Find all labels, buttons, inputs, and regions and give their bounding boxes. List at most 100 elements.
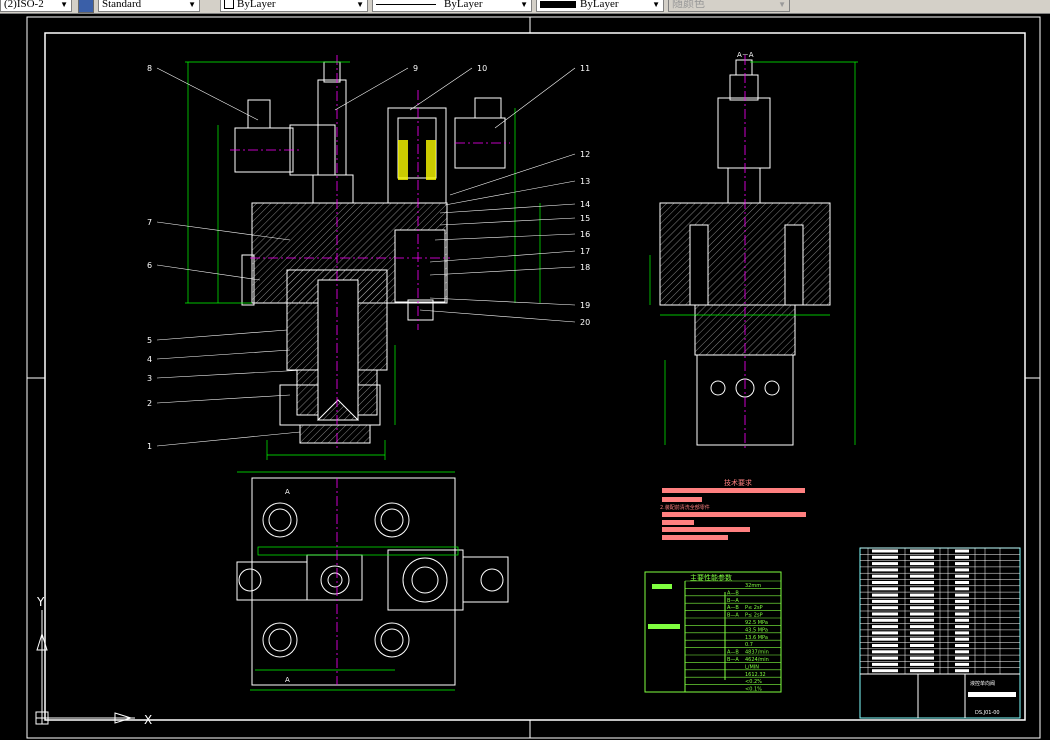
parts-material-cell [955,618,969,622]
inner-frame [44,32,1026,721]
table-cell-value: 4624/min [745,657,769,663]
parts-name-cell [910,650,934,654]
linetype-preview-icon [376,3,436,5]
parts-name-cell [910,618,934,622]
parts-material-cell [955,656,969,660]
table-cell-label: B—A [727,657,739,663]
balloon-leader [444,180,576,206]
parts-code-cell [872,650,898,654]
side-section-view[interactable]: A－A [649,51,858,450]
parts-material-cell [955,593,969,597]
balloon-leader [429,297,576,306]
layer-color-dropdown[interactable]: ByLayer ▼ [220,0,368,12]
parts-name-cell [910,574,934,578]
table-cell-label: A—B [727,650,739,656]
balloon-leader [156,431,301,447]
table-cell-value: 92.5 MPa [745,620,768,626]
parts-material-cell [955,612,969,616]
balloon-label: 17 [580,247,590,256]
plotstyle-dropdown: 随颜色 ▼ [668,0,790,12]
chevron-down-icon: ▼ [60,0,68,9]
parts-material-cell [955,606,969,610]
ucs-x-label: X [144,713,152,727]
parts-name-cell [910,644,934,647]
balloon-leader [494,67,576,129]
balloon-label: 13 [580,177,590,186]
balloon-label: 18 [580,263,590,272]
parts-code-cell [872,555,898,559]
view-mark-a-bottom: A [285,676,290,684]
parts-code-cell [872,574,898,578]
parts-name-cell [910,555,934,559]
balloon-leader [434,233,576,241]
table-cell-value: 32mm [745,583,761,589]
parts-code-cell [872,656,898,660]
balloon-label: 15 [580,214,590,223]
parts-material-cell [955,568,969,572]
view-mark-a-top: A [285,488,290,496]
parts-material-cell [955,637,969,641]
parts-material-cell [955,587,969,591]
text-style-icon[interactable] [78,0,94,13]
tech-req-line-2: 2.装配前清洗全部零件 [660,504,710,511]
table-cell-value: 4837/min [745,650,769,656]
chevron-down-icon: ▼ [652,0,660,9]
balloon-leader [439,203,576,214]
chevron-down-icon: ▼ [188,0,196,9]
parts-code-cell [872,593,898,597]
parts-name-cell [910,549,934,553]
parts-code-cell [872,587,898,591]
parts-material-cell [955,631,969,635]
table-cell-value: 13.6 MPa [745,635,768,641]
parts-name-cell [910,637,934,641]
linetype-value: ByLayer [444,0,483,10]
lineweight-dropdown[interactable]: ByLayer ▼ [536,0,664,12]
plan-view[interactable]: A A [236,471,509,691]
balloon-label: 5 [147,336,152,345]
balloon-label: 1 [147,442,152,451]
parts-name-cell [910,625,934,629]
parts-code-cell [872,644,898,647]
linetype-dropdown[interactable]: ByLayer ▼ [372,0,532,12]
parts-code-cell [872,637,898,641]
plotstyle-value: 随颜色 [672,0,705,10]
parts-code-cell [872,549,898,553]
parts-code-cell [872,581,898,584]
parts-name-cell [910,662,934,666]
parts-material-cell [955,549,969,553]
table-cell-value: P≤ 2sP [745,613,763,619]
chevron-down-icon: ▼ [778,0,786,9]
balloon-leader [439,217,576,226]
technical-requirements: 技术要求 2.装配前清洗全部零件 [660,478,806,540]
balloon-label: 8 [147,64,152,73]
balloon-leader [156,349,291,360]
dimstyle-dropdown[interactable]: (2)ISO-2 ▼ [0,0,72,12]
section-label: A－A [737,51,754,59]
lineweight-value: ByLayer [580,0,619,10]
table-cell-label: B—A [727,613,739,619]
parts-material-cell [955,650,969,654]
balloon-label: 10 [477,64,487,73]
table-cell-value: 1612.32 [745,672,766,678]
balloon-leader [449,153,576,196]
drawing-code: DS.J01-00 [975,710,1000,716]
color-swatch-icon [224,0,234,10]
title-block: 液控单向阀 DS.J01-00 [859,547,1021,719]
table-cell-label: B—A [727,598,739,604]
parts-material-cell [955,662,969,666]
drawing-canvas[interactable]: A－A A A 12345678 9 10 11121314151617181920 … [0,14,1050,740]
parts-name-cell [910,587,934,591]
chevron-down-icon: ▼ [520,0,528,9]
balloon-label: 7 [147,218,152,227]
textstyle-value: Standard [102,0,142,10]
balloon-leader [429,266,576,276]
balloon-leader [156,67,259,121]
color-value: ByLayer [237,0,276,10]
textstyle-dropdown[interactable]: Standard ▼ [98,0,200,12]
performance-table: 主要性能参数 32mmA—BB—AA—B P≤ 2sPB—A P≤ 2sP92.5 … [644,571,782,693]
parts-material-cell [955,581,969,584]
dimstyle-value: (2)ISO-2 [4,0,44,10]
parts-material-cell [955,562,969,566]
balloon-leader [409,67,473,111]
balloon-label: 9 [413,64,418,73]
